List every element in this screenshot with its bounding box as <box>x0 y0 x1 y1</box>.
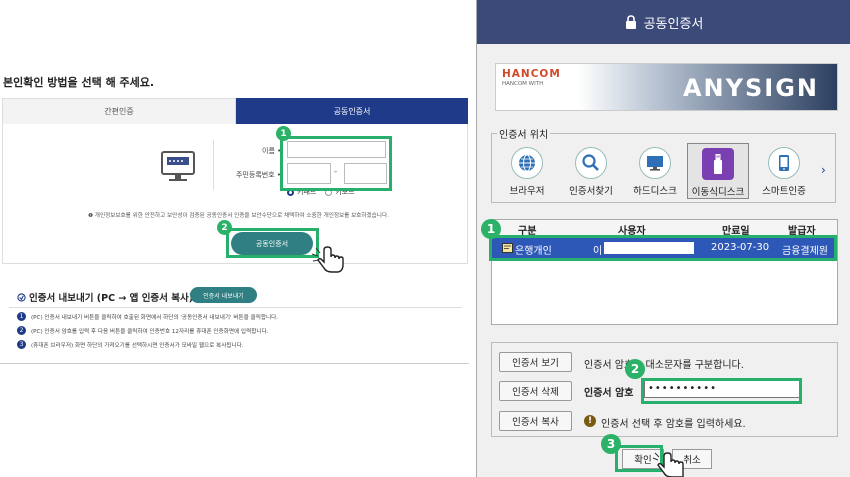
tab-joint-cert[interactable]: 공동인증서 <box>236 98 468 124</box>
search-icon <box>575 147 607 179</box>
copy-cert-button[interactable]: 인증서 복사 <box>499 411 572 431</box>
step-badge-1: 1 <box>276 126 291 141</box>
highlight-box-cert-row <box>489 235 837 261</box>
export-cert-button[interactable]: 인증서 내보내기 <box>190 287 257 303</box>
export-step-number: 1 <box>17 312 26 321</box>
export-step: 2 (PC) 인증서 암호를 입력 후 다음 버튼을 클릭하여 인증번호 12자… <box>17 326 268 335</box>
hancom-subtext: HANCOM WITH <box>502 81 544 87</box>
export-title-text: 인증서 내보내기 (PC → 앱 인증서 복사) <box>29 293 194 304</box>
identity-page: 본인확인 방법을 선택 해 주세요. 간편인증 공동인증서 이름 • 주민등록번… <box>0 0 475 477</box>
dialog-title: 공동인증서 <box>643 16 704 32</box>
step-badge-3: 3 <box>601 434 621 454</box>
location-label: 인증서찾기 <box>569 186 613 197</box>
location-removable-disk[interactable]: 이동식디스크 <box>687 143 749 199</box>
export-step-text: (PC) 인증서 암호를 입력 후 다음 버튼을 클릭하여 인증번호 12자리를… <box>31 328 269 335</box>
cert-location-legend: 인증서 위치 <box>497 126 551 141</box>
export-step-text: (휴대폰 브라우저) 화면 하단의 가져오기를 선택하시면 인증서가 모바일 웹… <box>31 342 244 349</box>
page-title: 본인확인 방법을 선택 해 주세요. <box>3 76 155 89</box>
export-step-text: (PC) 인증서 내보내기 버튼을 클릭하여 호출된 화면에서 하단의 '공동인… <box>31 314 279 321</box>
anysign-banner: HANCOM HANCOM WITH ANYSIGN <box>495 63 838 111</box>
monitor-icon <box>639 147 671 179</box>
location-hard-disk[interactable]: 하드디스크 <box>624 143 686 199</box>
rrn-label: 주민등록번호 • <box>236 171 281 179</box>
location-find-cert[interactable]: 인증서찾기 <box>560 143 622 199</box>
export-step-number: 2 <box>17 326 26 335</box>
form-divider <box>213 140 214 190</box>
location-smart-auth[interactable]: 스마트인증 <box>753 143 815 199</box>
location-label: 스마트인증 <box>762 186 806 197</box>
password-hint: 인증서 선택 후 암호를 입력하세요. <box>601 419 746 430</box>
hand-cursor-icon <box>652 452 684 477</box>
auth-tabs: 간편인증 공동인증서 <box>2 98 468 124</box>
highlight-box-password <box>641 378 802 404</box>
step-badge-1: 1 <box>481 219 501 239</box>
globe-icon <box>511 147 543 179</box>
section-divider <box>9 307 462 308</box>
hand-cursor-icon <box>311 246 344 273</box>
export-icon <box>17 292 26 302</box>
name-label: 이름 • <box>262 147 282 155</box>
hancom-logo: HANCOM <box>502 68 561 80</box>
privacy-notice: ❶ 개인정보보호를 위한 안전하고 보안성이 검증된 공동인증서 인증을 보안수… <box>88 213 389 219</box>
export-section-title: 인증서 내보내기 (PC → 앱 인증서 복사) <box>17 290 193 304</box>
password-label: 인증서 암호 <box>584 388 634 399</box>
export-step-number: 3 <box>17 340 26 349</box>
highlight-box-form <box>280 136 392 191</box>
warning-icon: ! <box>584 415 596 427</box>
usb-icon <box>702 148 734 180</box>
location-label: 하드디스크 <box>633 186 677 197</box>
anysign-logo: ANYSIGN <box>682 74 819 102</box>
step-badge-2: 2 <box>217 220 232 235</box>
view-cert-button[interactable]: 인증서 보기 <box>499 352 572 372</box>
location-next-arrow[interactable]: › <box>821 163 826 177</box>
location-label: 브라우저 <box>509 186 545 197</box>
highlight-box-cert-button <box>226 228 319 258</box>
page-bottom-rule <box>0 363 469 364</box>
delete-cert-button[interactable]: 인증서 삭제 <box>499 381 572 401</box>
step-badge-2: 2 <box>625 359 645 379</box>
monitor-icon <box>161 151 195 181</box>
screenshot-stage: 본인확인 방법을 선택 해 주세요. 간편인증 공동인증서 이름 • 주민등록번… <box>0 0 850 477</box>
tab-simple-auth[interactable]: 간편인증 <box>2 98 236 124</box>
location-label: 이동식디스크 <box>691 187 745 198</box>
case-sensitive-notice: 인증서 암호는 대소문자를 구분합니다. <box>584 360 744 371</box>
smartphone-icon <box>768 147 800 179</box>
dialog-titlebar: 공동인증서 <box>477 0 850 44</box>
export-step: 3 (휴대폰 브라우저) 화면 하단의 가져오기를 선택하시면 인증서가 모바일… <box>17 340 244 349</box>
export-step: 1 (PC) 인증서 내보내기 버튼을 클릭하여 호출된 화면에서 하단의 '공… <box>17 312 278 321</box>
lock-icon <box>625 15 636 29</box>
location-browser[interactable]: 브라우저 <box>496 143 558 199</box>
